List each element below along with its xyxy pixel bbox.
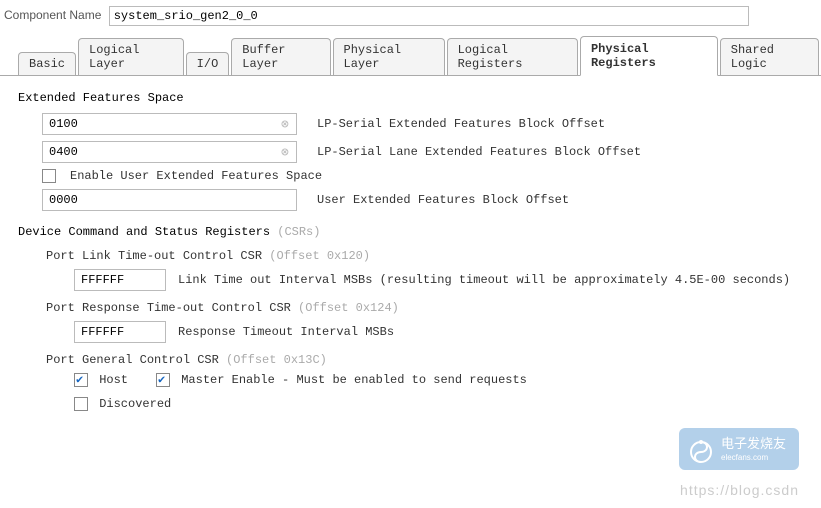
port-response-csr-label: Port Response Time-out Control CSR (Offs… [46,301,803,315]
tab-physical-layer[interactable]: Physical Layer [333,38,445,75]
discovered-checkbox[interactable] [74,397,88,411]
tab-logical-layer[interactable]: Logical Layer [78,38,184,75]
master-enable-checkbox[interactable] [156,373,170,387]
tab-bar: Basic Logical Layer I/O Buffer Layer Phy… [0,35,821,76]
tab-logical-registers[interactable]: Logical Registers [447,38,578,75]
host-checkbox[interactable] [74,373,88,387]
tab-shared-logic[interactable]: Shared Logic [720,38,819,75]
lp-serial-lane-offset-input[interactable] [42,141,297,163]
watermark-logo: 电子发烧友 elecfans.com [679,428,799,470]
physical-registers-pane: Extended Features Space ⊗ LP-Serial Exte… [0,75,821,431]
extended-features-title: Extended Features Space [18,91,803,105]
component-name-input[interactable] [109,6,749,26]
tab-buffer-layer[interactable]: Buffer Layer [231,38,330,75]
response-timeout-desc: Response Timeout Interval MSBs [178,325,394,339]
link-timeout-input[interactable] [74,269,166,291]
lp-serial-offset-label: LP-Serial Extended Features Block Offset [317,117,605,131]
svg-text:电子发烧友: 电子发烧友 [721,436,786,451]
csrs-title: Device Command and Status Registers (CSR… [18,225,803,239]
master-enable-label: Master Enable - Must be enabled to send … [181,373,527,387]
user-ext-offset-label: User Extended Features Block Offset [317,193,569,207]
tab-basic[interactable]: Basic [18,52,76,75]
host-label: Host [99,373,128,387]
user-ext-offset-input[interactable] [42,189,297,211]
port-general-csr-label: Port General Control CSR (Offset 0x13C) [46,353,803,367]
link-timeout-desc: Link Time out Interval MSBs (resulting t… [178,273,790,287]
lp-serial-lane-offset-label: LP-Serial Lane Extended Features Block O… [317,145,641,159]
enable-user-ext-checkbox[interactable] [42,169,56,183]
svg-text:elecfans.com: elecfans.com [721,453,768,462]
response-timeout-input[interactable] [74,321,166,343]
lp-serial-offset-input[interactable] [42,113,297,135]
tab-physical-registers[interactable]: Physical Registers [580,36,718,76]
tab-io[interactable]: I/O [186,52,230,75]
watermark-url: https://blog.csdn [680,482,799,498]
enable-user-ext-label: Enable User Extended Features Space [70,169,322,183]
discovered-label: Discovered [99,397,171,411]
component-name-label: Component Name [4,8,101,22]
port-link-csr-label: Port Link Time-out Control CSR (Offset 0… [46,249,803,263]
